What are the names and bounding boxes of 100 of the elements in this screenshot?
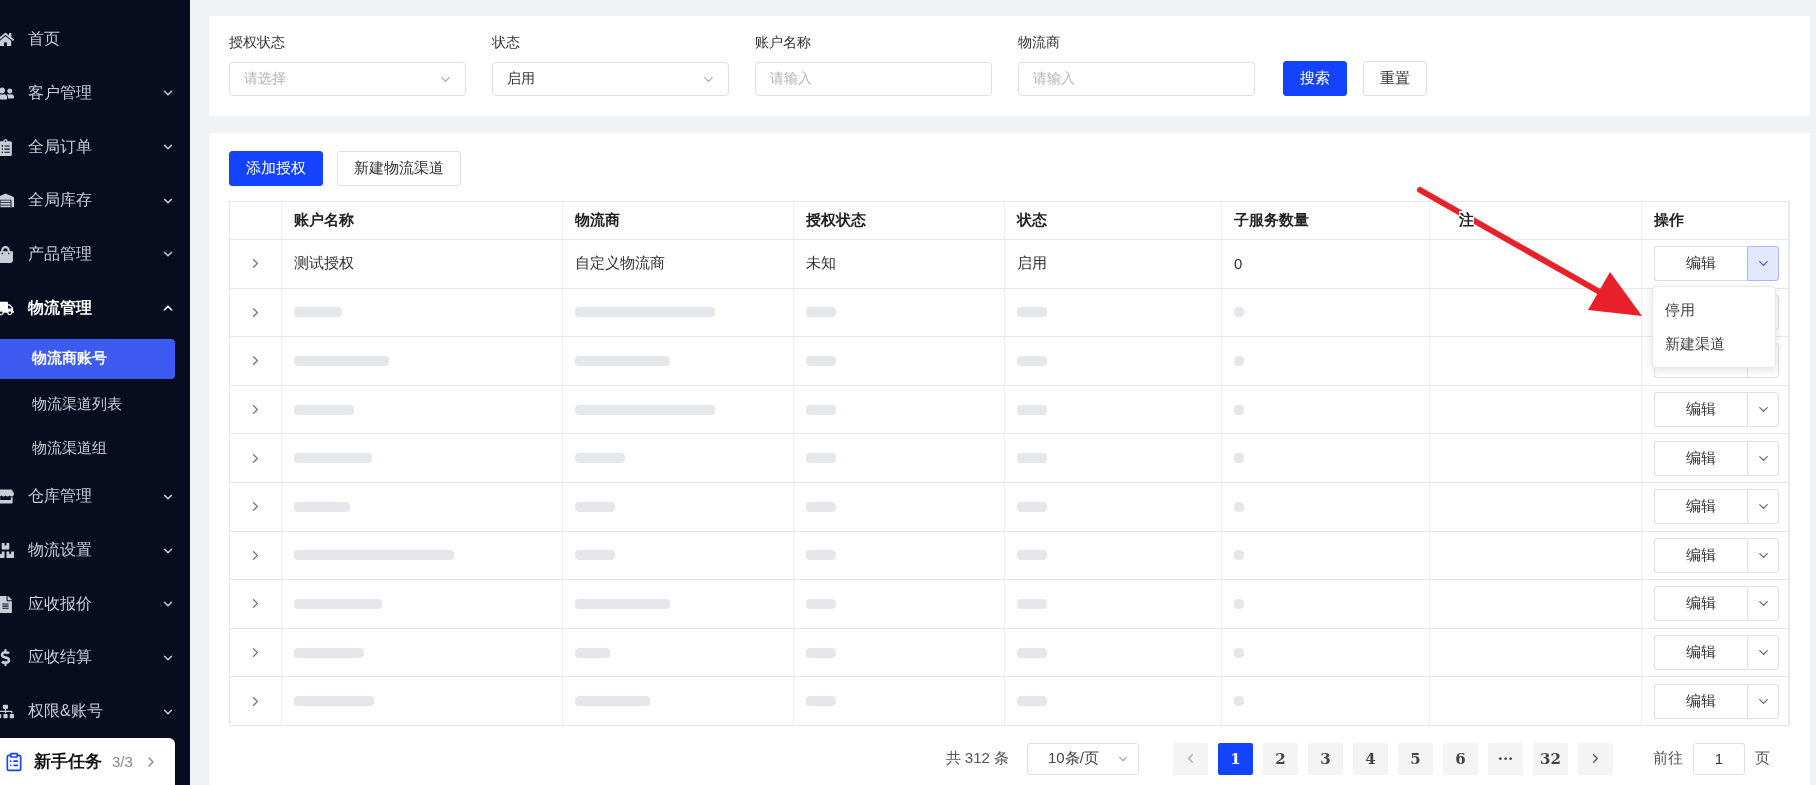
column-header: 子服务数量 <box>1234 211 1309 230</box>
redacted-text <box>1234 356 1244 366</box>
sidebar-subitem[interactable]: 物流渠道组 <box>0 426 175 471</box>
redacted-text <box>806 598 836 609</box>
dropdown-toggle[interactable] <box>1747 635 1779 671</box>
sidebar-item[interactable]: 应收结算 <box>0 631 175 685</box>
redacted-text <box>1017 307 1047 318</box>
sidebar-item[interactable]: 仓库管理 <box>0 470 175 524</box>
page-button[interactable]: 6 <box>1443 742 1478 775</box>
redacted-text <box>1234 598 1244 609</box>
page-button[interactable]: ··· <box>1488 742 1523 775</box>
edit-button[interactable]: 编辑 <box>1654 392 1747 428</box>
column-header: 账户名称 <box>294 211 354 230</box>
sidebar-subitem[interactable]: 物流商账号 <box>0 338 175 379</box>
warehouse-icon <box>0 192 14 210</box>
table-cell: 自定义物流商 <box>575 254 665 274</box>
page-suffix: 页 <box>1755 749 1770 769</box>
clipboard-icon <box>0 138 14 156</box>
clipboard-icon <box>4 751 24 772</box>
page-button[interactable]: 5 <box>1398 742 1433 775</box>
document-icon <box>0 595 14 613</box>
menu-item[interactable]: 停用 <box>1653 293 1775 328</box>
redacted-text <box>806 453 836 464</box>
redacted-text <box>294 404 354 415</box>
redacted-text <box>1234 404 1244 415</box>
redacted-text <box>806 307 836 318</box>
sidebar-item[interactable]: 物流管理 <box>0 281 175 335</box>
house-icon <box>0 31 14 49</box>
redacted-text <box>806 647 836 658</box>
bag-icon <box>0 245 14 263</box>
page-button[interactable]: 32 <box>1533 742 1568 775</box>
redacted-text <box>575 453 625 464</box>
redacted-text <box>1234 453 1244 464</box>
field-label: 授权状态 <box>229 34 286 52</box>
table-cell: 未知 <box>806 254 836 274</box>
total-count: 共 312 条 <box>945 749 1009 769</box>
sidebar-item[interactable]: 权限&账号 <box>0 684 175 739</box>
sidebar-item[interactable]: 全局库存 <box>0 173 175 228</box>
column-header: 物流商 <box>575 211 620 230</box>
redacted-text <box>1234 696 1244 707</box>
redacted-text <box>1234 307 1244 318</box>
page-button[interactable]: 4 <box>1353 742 1388 775</box>
edit-button[interactable]: 编辑 <box>1654 635 1747 671</box>
boxes-icon <box>0 542 14 560</box>
page-button[interactable]: 2 <box>1263 742 1298 775</box>
redacted-text <box>1234 501 1244 512</box>
sidebar-item[interactable]: 物流设置 <box>0 523 175 578</box>
reset-button[interactable]: 重置 <box>1363 61 1427 96</box>
edit-button[interactable]: 编辑 <box>1654 489 1747 525</box>
sidebar-item[interactable]: 客户管理 <box>0 66 175 121</box>
dropdown-toggle[interactable] <box>1747 392 1779 428</box>
redacted-text <box>1017 598 1047 609</box>
dropdown-toggle[interactable] <box>1747 683 1779 719</box>
page-input[interactable]: 1 <box>1693 742 1745 775</box>
create-button[interactable]: 新建物流渠道 <box>337 151 461 186</box>
edit-button[interactable]: 编辑 <box>1654 440 1747 476</box>
select-field[interactable]: 启用 <box>492 62 729 96</box>
sidebar-subitem[interactable]: 物流渠道列表 <box>0 382 175 427</box>
edit-button[interactable]: 编辑 <box>1654 537 1747 573</box>
dropdown-toggle[interactable] <box>1747 246 1779 282</box>
column-header: 注 <box>1459 211 1474 230</box>
edit-button[interactable]: 编辑 <box>1654 246 1747 282</box>
task-card[interactable]: 新手任务 3/3 <box>0 738 175 785</box>
sidebar-item[interactable]: 产品管理 <box>0 227 175 282</box>
add-button[interactable]: 添加授权 <box>229 151 323 186</box>
redacted-text <box>575 550 615 561</box>
field-label: 物流商 <box>1018 34 1061 52</box>
redacted-text <box>1017 696 1047 707</box>
redacted-text <box>1017 647 1047 658</box>
sidebar-item[interactable]: 首页 <box>0 13 175 67</box>
sitemap-icon <box>0 703 14 721</box>
redacted-text <box>294 501 350 512</box>
page-button[interactable]: 3 <box>1308 742 1343 775</box>
redacted-text <box>1017 356 1047 366</box>
search-button[interactable]: 搜索 <box>1283 61 1347 96</box>
dropdown-toggle[interactable] <box>1747 537 1779 573</box>
edit-button[interactable]: 编辑 <box>1654 683 1747 719</box>
table-cell: 0 <box>1234 255 1243 273</box>
task-count: 3/3 <box>112 753 133 771</box>
task-label: 新手任务 <box>34 751 102 774</box>
column-header: 授权状态 <box>806 211 866 230</box>
page-button[interactable]: 1 <box>1218 742 1253 775</box>
users-icon <box>0 85 14 102</box>
field-label: 账户名称 <box>755 34 812 52</box>
dropdown-toggle[interactable] <box>1747 586 1779 622</box>
store-icon <box>0 488 14 506</box>
redacted-text <box>806 404 836 415</box>
redacted-text <box>575 501 615 512</box>
edit-button[interactable]: 编辑 <box>1654 586 1747 622</box>
dropdown-toggle[interactable] <box>1747 489 1779 525</box>
redacted-text <box>806 696 836 707</box>
jump-label: 前往 <box>1653 749 1683 769</box>
page-size-select[interactable]: 10条/页 <box>1027 742 1139 775</box>
sidebar-item[interactable]: 应收报价 <box>0 577 175 632</box>
menu-item[interactable]: 新建渠道 <box>1653 327 1775 362</box>
dropdown-toggle[interactable] <box>1747 440 1779 476</box>
truck-icon <box>0 299 14 317</box>
sidebar-item[interactable]: 全局订单 <box>0 120 175 174</box>
redacted-text <box>294 307 342 318</box>
redacted-text <box>575 647 610 658</box>
